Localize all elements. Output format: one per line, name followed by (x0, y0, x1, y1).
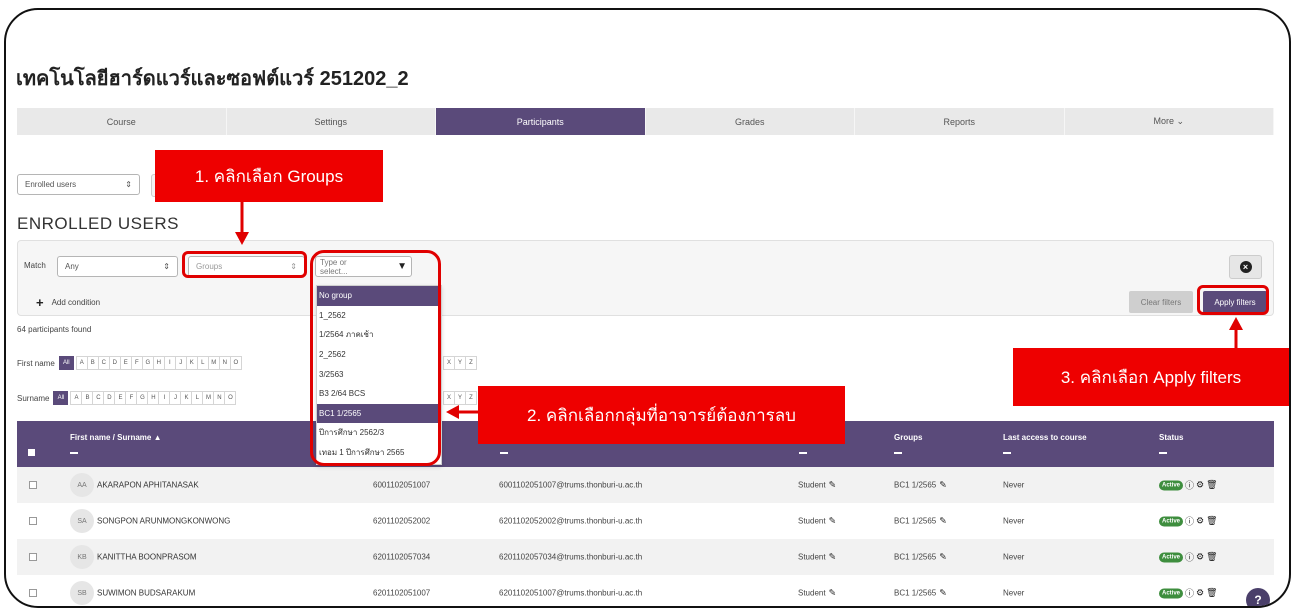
arrow-left-head (446, 405, 459, 419)
annotation-arrows (235, 202, 1243, 419)
arrow-down-head (235, 232, 249, 245)
arrow-up-head (1229, 317, 1243, 330)
